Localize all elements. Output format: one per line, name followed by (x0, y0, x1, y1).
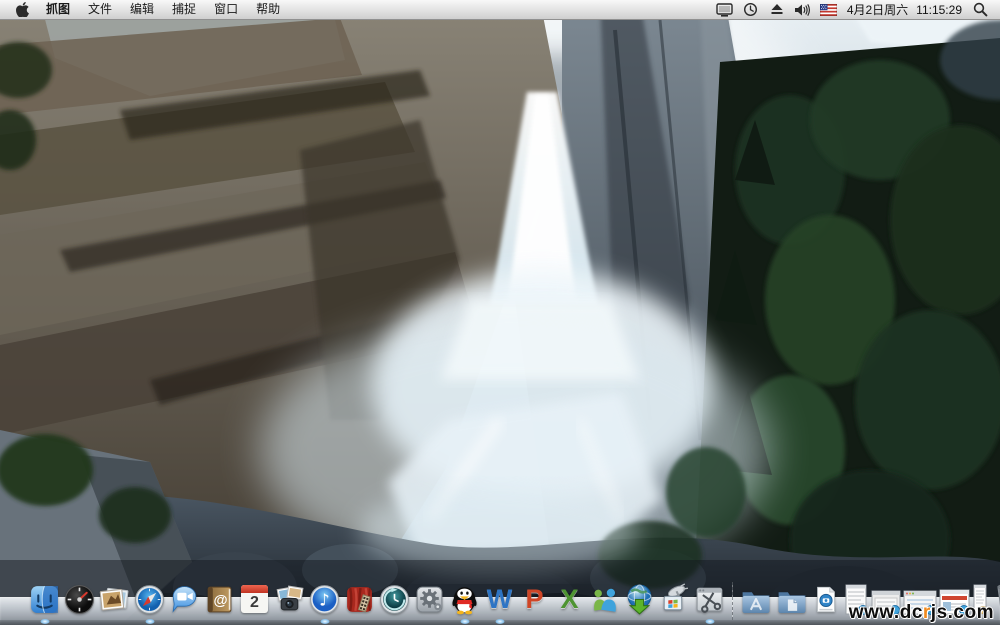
dock-item-photo-booth[interactable] (273, 583, 306, 616)
dock-item-itunes[interactable]: ♪ (308, 583, 341, 616)
running-indicator (145, 619, 154, 624)
dock-item-dashboard[interactable] (63, 583, 96, 616)
dock-item-address-book[interactable]: @ (203, 583, 236, 616)
apple-menu[interactable] (8, 2, 37, 17)
word-letter: W (483, 583, 516, 616)
menu-date: 4月2日周六 (847, 1, 908, 18)
menu-bar: 抓图 文件 编辑 捕捉 窗口 帮助 4月2日周六 (0, 0, 1000, 20)
time-machine-menu-icon[interactable] (741, 0, 761, 19)
apple-logo-icon (16, 2, 29, 17)
desktop-wallpaper (0, 0, 1000, 625)
dock-item-qq[interactable] (448, 583, 481, 616)
watermark-accent: r (923, 602, 931, 623)
dock-item-system-preferences[interactable] (413, 583, 446, 616)
menu-edit[interactable]: 编辑 (121, 0, 163, 19)
dock-item-safari[interactable] (133, 583, 166, 616)
dock-item-documents-folder[interactable] (775, 583, 809, 616)
ical-day: 2 (241, 593, 268, 612)
menu-capture[interactable]: 捕捉 (163, 0, 205, 19)
site-watermark: www.dcrjs.com (849, 602, 994, 624)
menu-time: 11:15:29 (916, 3, 962, 17)
spotlight-icon[interactable] (970, 0, 990, 19)
dock-item-preview[interactable] (98, 583, 131, 616)
dock-item-screenshot-document[interactable] (811, 583, 841, 616)
dock-item-time-machine[interactable] (378, 583, 411, 616)
menu-window[interactable]: 窗口 (205, 0, 247, 19)
dock-divider (728, 576, 737, 616)
dock-item-word[interactable]: W (483, 583, 516, 616)
dock-item-powerpoint[interactable]: P (518, 583, 551, 616)
dock-item-ical[interactable]: 2 (238, 583, 271, 616)
svg-text:♪: ♪ (319, 591, 330, 610)
running-indicator (40, 619, 49, 624)
dock-item-finder[interactable] (28, 583, 61, 616)
volume-icon[interactable] (793, 0, 813, 19)
display-icon[interactable] (715, 0, 735, 19)
svg-text:@: @ (213, 593, 227, 609)
menu-help[interactable]: 帮助 (247, 0, 289, 19)
ical-header (241, 585, 268, 593)
us-flag-icon[interactable] (819, 0, 839, 19)
watermark-suffix: js.com (931, 602, 994, 623)
menu-file[interactable]: 文件 (79, 0, 121, 19)
dock-item-front-row[interactable] (343, 583, 376, 616)
dock-item-ichat[interactable] (168, 583, 201, 616)
dock-item-remote-desktop[interactable] (658, 583, 691, 616)
running-indicator (460, 619, 469, 624)
running-indicator (705, 619, 714, 624)
dock-item-grab[interactable] (693, 583, 726, 616)
powerpoint-letter: P (518, 583, 551, 616)
menu-clock[interactable]: 4月2日周六 11:15:29 (845, 1, 964, 18)
dock-item-msn-messenger[interactable] (588, 583, 621, 616)
running-indicator (495, 619, 504, 624)
watermark-prefix: www.dc (849, 602, 923, 623)
dock-item-applications-folder[interactable] (739, 583, 773, 616)
excel-letter: X (553, 583, 586, 616)
menu-app-name[interactable]: 抓图 (37, 0, 79, 19)
dock-item-excel[interactable]: X (553, 583, 586, 616)
eject-icon[interactable] (767, 0, 787, 19)
desktop: 抓图 文件 编辑 捕捉 窗口 帮助 4月2日周六 (0, 0, 1000, 625)
running-indicator (320, 619, 329, 624)
dock-item-download-globe[interactable] (623, 583, 656, 616)
